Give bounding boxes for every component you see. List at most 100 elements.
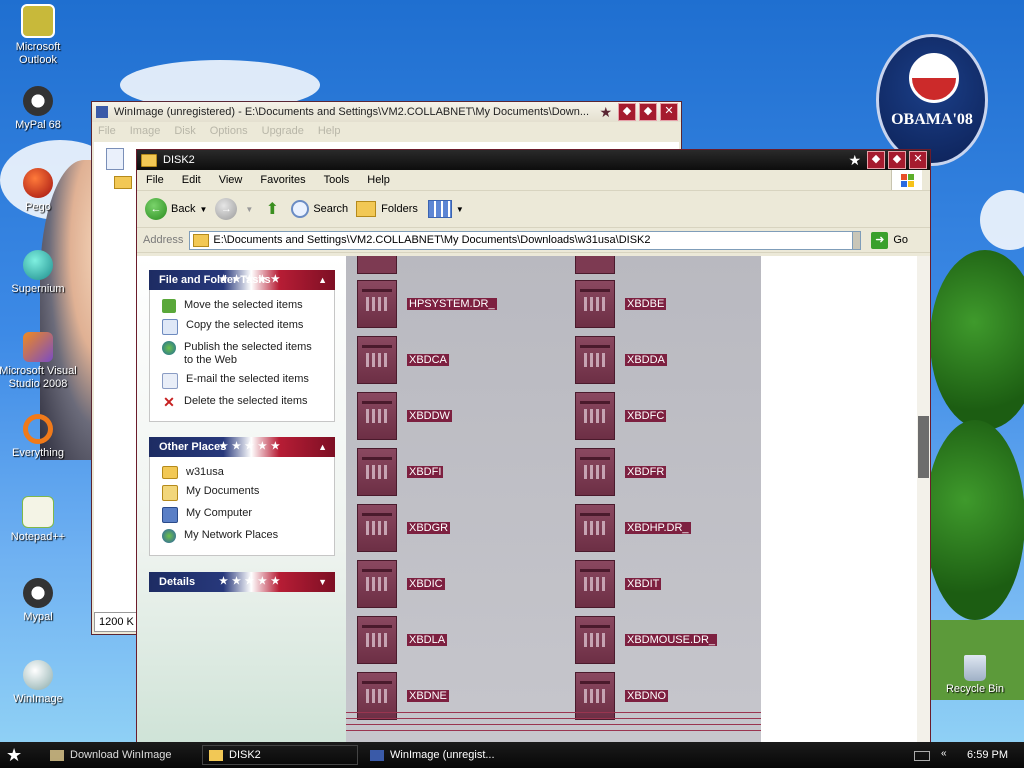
campaign-badge: OBAMA'08 bbox=[876, 34, 988, 166]
file-icon bbox=[357, 504, 397, 552]
file-item[interactable]: HPSYSTEM.DR_ bbox=[357, 280, 497, 328]
desktop-icon-supernium[interactable]: Supernium bbox=[0, 250, 78, 296]
maximize-button[interactable]: ◆ bbox=[888, 151, 906, 169]
task-copy[interactable]: Copy the selected items bbox=[162, 319, 334, 335]
file-item[interactable]: XBDDW bbox=[357, 392, 452, 440]
task-email[interactable]: E-mail the selected items bbox=[162, 373, 334, 389]
file-item[interactable]: XBDLA bbox=[357, 616, 448, 664]
file-item[interactable]: XBDMOUSE.DR_ bbox=[575, 616, 718, 664]
winimage-titlebar[interactable]: WinImage (unregistered) - E:\Documents a… bbox=[92, 102, 681, 122]
chevron-down-icon[interactable]: ▼ bbox=[199, 205, 207, 214]
file-icon bbox=[357, 256, 397, 274]
collapse-icon[interactable]: ▲ bbox=[318, 437, 327, 457]
file-list-blank-area bbox=[761, 256, 917, 744]
file-name: XBDFI bbox=[407, 466, 444, 478]
taskbar-item-disk2[interactable]: DISK2 bbox=[202, 745, 358, 765]
file-item[interactable]: XBDCA bbox=[357, 336, 449, 384]
minimize-button[interactable]: ◆ bbox=[618, 103, 636, 121]
explorer-title: DISK2 bbox=[163, 154, 195, 166]
recycle-bin[interactable]: Recycle Bin bbox=[940, 655, 1010, 695]
task-publish[interactable]: Publish the selected items to the Web bbox=[162, 341, 334, 367]
details-heading: Details bbox=[159, 576, 196, 588]
tree bbox=[930, 250, 1024, 430]
place-my-computer[interactable]: My Computer bbox=[162, 507, 334, 523]
file-item[interactable]: XBDDA bbox=[575, 336, 667, 384]
winimage-icon bbox=[23, 660, 53, 690]
taskbar-item-label: WinImage (unregist... bbox=[390, 749, 495, 761]
minimize-button[interactable]: ◆ bbox=[867, 151, 885, 169]
forward-arrow-icon: → bbox=[215, 198, 238, 220]
maximize-button[interactable]: ◆ bbox=[639, 103, 657, 121]
task-delete[interactable]: ✕ Delete the selected items bbox=[162, 395, 334, 409]
explorer-window[interactable]: DISK2 ★ ◆ ◆ ✕ File Edit View Favorites T… bbox=[136, 149, 931, 745]
menu-help[interactable]: Help bbox=[358, 174, 399, 186]
file-item[interactable]: XBDIT bbox=[575, 560, 662, 608]
menu-favorites[interactable]: Favorites bbox=[251, 174, 314, 186]
menu-image[interactable]: Image bbox=[130, 125, 161, 137]
file-icon bbox=[575, 336, 615, 384]
place-w31usa[interactable]: w31usa bbox=[162, 466, 334, 479]
address-dropdown[interactable] bbox=[852, 231, 861, 249]
desktop-icon-everything[interactable]: Everything bbox=[0, 414, 78, 460]
menu-file[interactable]: File bbox=[98, 125, 116, 137]
collapse-icon[interactable]: ▲ bbox=[318, 270, 327, 290]
vertical-scrollbar[interactable] bbox=[917, 256, 930, 744]
file-item[interactable]: XBDFR bbox=[575, 448, 667, 496]
desktop-icon-mypal68[interactable]: MyPal 68 bbox=[0, 86, 78, 132]
start-button[interactable]: ★ bbox=[6, 745, 22, 766]
file-tasks-header[interactable]: ★★★★★ File and Folder Tasks ▲ bbox=[149, 270, 335, 290]
views-button[interactable] bbox=[427, 200, 452, 218]
explorer-titlebar[interactable]: DISK2 ★ ◆ ◆ ✕ bbox=[137, 150, 930, 170]
menu-tools[interactable]: Tools bbox=[315, 174, 359, 186]
address-input[interactable]: E:\Documents and Settings\VM2.COLLABNET\… bbox=[189, 230, 862, 250]
expand-icon[interactable]: ▼ bbox=[318, 572, 327, 592]
file-item[interactable]: XBDFI bbox=[357, 448, 444, 496]
chevron-down-icon[interactable]: ▼ bbox=[456, 205, 464, 214]
desktop-icon-winimage[interactable]: WinImage bbox=[0, 660, 78, 706]
clock[interactable]: 6:59 PM bbox=[967, 749, 1008, 761]
menu-options[interactable]: Options bbox=[210, 125, 248, 137]
file-item[interactable]: XBDFC bbox=[575, 392, 667, 440]
menu-file[interactable]: File bbox=[137, 174, 173, 186]
file-name: XBDIC bbox=[407, 578, 445, 590]
menu-help[interactable]: Help bbox=[318, 125, 341, 137]
file-name: XBDGR bbox=[407, 522, 451, 534]
file-item[interactable]: XBDBE bbox=[575, 280, 667, 328]
menu-edit[interactable]: Edit bbox=[173, 174, 210, 186]
back-button[interactable]: ← Back ▼ bbox=[145, 198, 207, 220]
file-name: XBDCA bbox=[407, 354, 449, 366]
folders-label: Folders bbox=[381, 203, 418, 215]
file-name: XBDBE bbox=[625, 298, 667, 310]
keyboard-icon[interactable] bbox=[914, 751, 930, 761]
file-item[interactable]: XBDHP.DR_ bbox=[575, 504, 691, 552]
other-places-header[interactable]: ★★★★★ Other Places ▲ bbox=[149, 437, 335, 457]
menu-upgrade[interactable]: Upgrade bbox=[262, 125, 304, 137]
taskbar-item-winimage[interactable]: WinImage (unregist... bbox=[364, 745, 524, 765]
file-item[interactable]: XBDGR bbox=[357, 504, 451, 552]
close-button[interactable]: ✕ bbox=[909, 151, 927, 169]
place-my-documents[interactable]: My Documents bbox=[162, 485, 334, 501]
desktop-icon-notepadpp[interactable]: Notepad++ bbox=[0, 496, 78, 544]
desktop-icon-visual-studio[interactable]: Microsoft Visual Studio 2008 bbox=[0, 332, 78, 391]
place-my-network[interactable]: My Network Places bbox=[162, 529, 334, 543]
search-icon bbox=[291, 200, 310, 218]
desktop-icon-label: Microsoft Outlook bbox=[15, 41, 61, 66]
file-item[interactable]: XBDIC bbox=[357, 560, 445, 608]
forward-button[interactable]: → ▼ bbox=[215, 198, 253, 220]
go-button[interactable]: ➜ Go bbox=[871, 231, 908, 249]
desktop-icon-pego[interactable]: Pego bbox=[0, 168, 78, 214]
menu-view[interactable]: View bbox=[210, 174, 252, 186]
desktop-icon-outlook[interactable]: Microsoft Outlook bbox=[0, 4, 78, 67]
up-folder-button[interactable]: ⬆ bbox=[261, 198, 283, 220]
desktop-icon-mypal[interactable]: Mypal bbox=[0, 578, 78, 624]
scrollbar-thumb[interactable] bbox=[918, 416, 929, 478]
details-header[interactable]: ★★★★★ Details ▼ bbox=[149, 572, 335, 592]
menu-disk[interactable]: Disk bbox=[174, 125, 195, 137]
file-name: XBDIT bbox=[625, 578, 662, 590]
taskbar-item-download[interactable]: Download WinImage bbox=[44, 745, 194, 765]
folders-button[interactable]: Folders bbox=[356, 201, 418, 217]
desktop-icon-label: Everything bbox=[12, 447, 64, 459]
search-button[interactable]: Search bbox=[291, 200, 348, 218]
close-button[interactable]: ✕ bbox=[660, 103, 678, 121]
task-move[interactable]: Move the selected items bbox=[162, 299, 334, 313]
